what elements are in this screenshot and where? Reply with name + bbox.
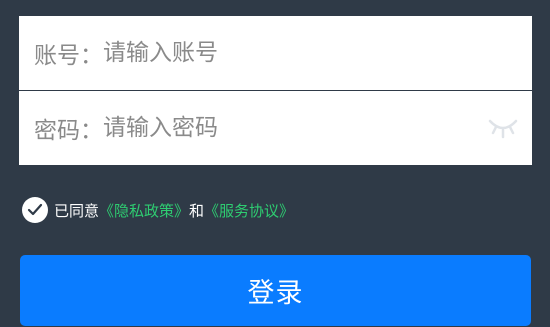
agreement-row: 已同意 《隐私政策》 和 《服务协议》: [22, 196, 294, 224]
account-input[interactable]: [103, 40, 532, 66]
password-label: 密码：: [34, 118, 103, 144]
agreement-prefix: 已同意: [54, 201, 100, 220]
password-field[interactable]: 密码：: [19, 91, 532, 165]
password-input[interactable]: [103, 115, 532, 141]
agreement-checkbox[interactable]: [22, 197, 48, 223]
account-label: 账号：: [34, 43, 103, 69]
agreement-conjunction: 和: [189, 201, 205, 220]
checkmark-icon: [27, 203, 43, 216]
login-button[interactable]: 登录: [20, 255, 531, 326]
privacy-policy-link[interactable]: 《隐私政策》: [99, 200, 189, 221]
terms-of-service-link[interactable]: 《服务协议》: [204, 200, 294, 221]
eye-closed-icon[interactable]: [488, 117, 518, 139]
account-field[interactable]: 账号：: [19, 16, 532, 90]
